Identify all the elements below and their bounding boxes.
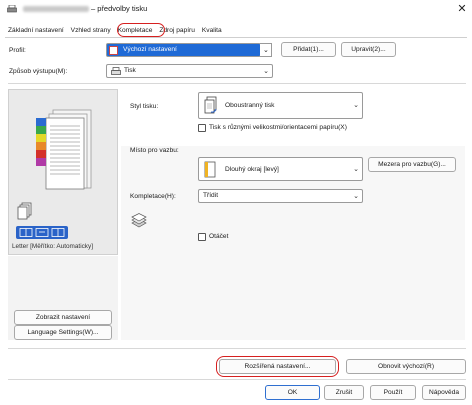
cancel-button[interactable]: Zrušit xyxy=(324,385,364,400)
layout-toggle-group[interactable] xyxy=(16,226,68,239)
rotate-checkbox[interactable] xyxy=(198,233,206,241)
show-settings-button[interactable]: Zobrazit nastavení xyxy=(14,310,112,325)
long-edge-binding-icon xyxy=(204,161,216,178)
print-style-value: Oboustranný tisk xyxy=(225,102,275,109)
print-style-label: Styl tisku: xyxy=(130,103,159,110)
finishing-value: Třídit xyxy=(203,192,219,199)
mixed-sizes-label: Tisk s různými velikostmi/orientacemi pa… xyxy=(209,124,347,131)
chevron-down-icon: ⌄ xyxy=(263,47,269,54)
window-title: – předvolby tisku xyxy=(91,4,148,13)
separator xyxy=(8,83,466,84)
binding-select[interactable]: Dlouhý okraj [levý] ⌄ xyxy=(198,157,363,181)
profile-label: Profil: xyxy=(9,47,26,54)
preview-caption: Letter [Měřítko: Automaticky] xyxy=(12,243,93,250)
separator xyxy=(8,379,466,380)
finishing-select[interactable]: Třídit ⌄ xyxy=(198,189,363,203)
tab-finishing[interactable]: Kompletace xyxy=(115,26,155,36)
profile-select[interactable]: Výchozí nastavení xyxy=(106,43,261,57)
duplex-print-icon xyxy=(204,96,217,114)
binding-value: Dlouhý okraj [levý] xyxy=(225,166,279,173)
title-bar: – předvolby tisku ✕ xyxy=(0,0,472,18)
output-method-select[interactable]: Tisk ⌄ xyxy=(106,64,273,78)
printer-app-icon xyxy=(7,5,17,13)
mixed-sizes-checkbox[interactable] xyxy=(198,124,206,132)
output-method-value: Tisk xyxy=(124,67,136,74)
chevron-down-icon: ⌄ xyxy=(353,102,359,109)
printer-name-redacted xyxy=(23,6,89,12)
chevron-down-icon: ⌄ xyxy=(353,193,359,200)
chevron-down-icon: ⌄ xyxy=(353,166,359,173)
restore-defaults-button[interactable]: Obnovit výchozí(R) xyxy=(346,359,466,374)
finishing-label: Kompletace(H): xyxy=(130,193,176,200)
chevron-down-icon: ⌄ xyxy=(263,68,269,75)
tab-quality[interactable]: Kvalita xyxy=(200,26,224,36)
tab-paper-source[interactable]: Zdroj papíru xyxy=(157,26,197,36)
apply-button[interactable]: Použít xyxy=(370,385,416,400)
profile-dropdown-button[interactable]: ⌄ xyxy=(260,43,272,57)
print-style-select[interactable]: Oboustranný tisk ⌄ xyxy=(198,92,363,119)
close-icon[interactable]: ✕ xyxy=(455,2,469,16)
profile-value: Výchozí nastavení xyxy=(123,46,177,53)
ok-button[interactable]: OK xyxy=(265,385,320,400)
profile-icon xyxy=(109,46,118,55)
advanced-settings-highlight xyxy=(216,356,339,377)
binding-label: Místo pro vazbu: xyxy=(130,147,179,154)
tab-page-setup[interactable]: Vzhled strany xyxy=(69,26,113,36)
edit-profile-button[interactable]: Upravit(2)... xyxy=(341,42,396,57)
print-style-panel: Styl tisku: Oboustranný tisk ⌄ Tisk s rů… xyxy=(121,89,465,145)
binding-margin-button[interactable]: Mezera pro vazbu(G)... xyxy=(368,157,456,172)
page-layout-icons xyxy=(19,228,65,237)
separator xyxy=(8,348,466,349)
tab-divider xyxy=(5,37,467,38)
preview-panel: Letter [Měřítko: Automaticky] xyxy=(8,89,118,255)
stacked-pages-icon xyxy=(17,202,32,220)
tab-basic-settings[interactable]: Základní nastavení xyxy=(6,26,66,36)
output-method-label: Způsob výstupu(M): xyxy=(9,68,68,75)
collate-stack-icon xyxy=(131,213,147,228)
binding-panel: Místo pro vazbu: Dlouhý okraj [levý] ⌄ M… xyxy=(121,146,465,340)
add-profile-button[interactable]: Přidat(1)... xyxy=(281,42,336,57)
document-preview-image xyxy=(36,109,92,190)
language-settings-button[interactable]: Language Settings(W)... xyxy=(14,325,112,340)
help-button[interactable]: Nápověda xyxy=(422,385,466,400)
printer-icon xyxy=(111,67,121,75)
rotate-label: Otáčet xyxy=(209,233,229,240)
